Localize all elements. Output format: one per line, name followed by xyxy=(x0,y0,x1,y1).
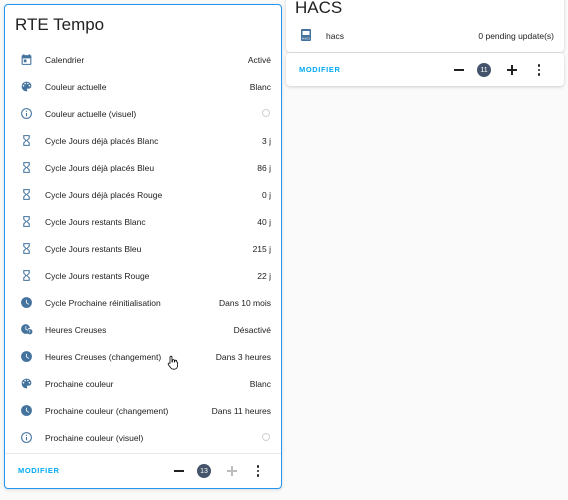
clock-icon xyxy=(20,350,33,363)
hacs-minus-button[interactable] xyxy=(452,61,466,79)
hacs-plus-button[interactable] xyxy=(506,61,518,79)
entity-value: 22 j xyxy=(257,270,271,281)
entity-value: Activé xyxy=(247,54,271,65)
hourglass-icon xyxy=(20,188,33,201)
entity-row[interactable]: Cycle Jours déjà placés Bleu 86 j xyxy=(5,154,281,181)
clock-alert-icon xyxy=(20,323,33,336)
minus-icon xyxy=(174,470,184,472)
entity-label: Heures Creuses (changement) xyxy=(45,351,162,362)
entity-label: Cycle Jours déjà placés Bleu xyxy=(45,162,155,173)
plus-button[interactable] xyxy=(226,462,238,480)
entity-label: Cycle Prochaine réinitialisation xyxy=(45,297,161,308)
entity-label: Prochaine couleur xyxy=(45,378,114,389)
entity-list: Calendrier Activé Couleur actuelle Blanc Cou… xyxy=(5,46,281,451)
entity-row[interactable]: Cycle Jours déjà placés Rouge 0 j xyxy=(5,181,281,208)
hacs-card-footer: MODIFIER 11 xyxy=(286,53,564,86)
minus-button[interactable] xyxy=(172,462,186,480)
entity-value: Dans 3 heures xyxy=(215,351,271,362)
entity-value: Blanc xyxy=(249,378,271,389)
entity-value: 215 j xyxy=(252,243,271,254)
entity-row[interactable]: Cycle Jours restants Rouge 22 j xyxy=(5,262,281,289)
color-visual-indicator xyxy=(262,109,270,117)
entity-row[interactable]: Cycle Jours restants Bleu 215 j xyxy=(5,235,281,262)
entity-value: 86 j xyxy=(257,162,271,173)
entity-value: Blanc xyxy=(249,81,271,92)
entity-row[interactable]: Cycle Jours déjà placés Blanc 3 j xyxy=(5,127,281,154)
entity-row[interactable]: Heures Creuses (changement) Dans 3 heures xyxy=(5,343,281,370)
plus-icon xyxy=(227,466,237,476)
entity-value: Désactivé xyxy=(233,324,271,335)
kebab-icon xyxy=(256,465,260,477)
entity-row[interactable]: Prochaine couleur (changement) Dans 11 he… xyxy=(5,397,281,424)
modifier-button[interactable]: MODIFIER xyxy=(18,466,59,475)
entity-value: Dans 10 mois xyxy=(219,297,271,308)
hourglass-icon xyxy=(20,215,33,228)
plus-icon xyxy=(507,65,517,75)
clock-icon xyxy=(20,296,33,309)
hacs-more-options-button[interactable] xyxy=(534,61,544,79)
entity-label: Heures Creuses xyxy=(45,324,107,335)
hourglass-icon xyxy=(20,242,33,255)
count-badge-value: 13 xyxy=(197,464,211,478)
entity-row[interactable]: Calendrier Activé xyxy=(5,46,281,73)
hacs-card-title: HACS xyxy=(295,0,343,17)
palette-icon xyxy=(20,80,33,93)
count-badge: 13 xyxy=(197,462,211,480)
kebab-icon xyxy=(537,64,541,76)
hand-cursor-icon xyxy=(167,355,178,370)
entity-label: Calendrier xyxy=(45,54,85,65)
hacs-entity-label: hacs xyxy=(326,31,344,41)
entity-row[interactable]: Couleur actuelle Blanc xyxy=(5,73,281,100)
entity-label: Couleur actuelle xyxy=(45,81,107,92)
hacs-card: HACS HACS hacs 0 pending update(s) xyxy=(286,0,564,52)
entity-label: Prochaine couleur (visuel) xyxy=(45,432,144,443)
entity-label: Couleur actuelle (visuel) xyxy=(45,108,137,119)
info-icon xyxy=(20,431,33,444)
clock-icon xyxy=(20,404,33,417)
hourglass-icon xyxy=(20,269,33,282)
hacs-count-badge: 11 xyxy=(477,61,491,79)
hourglass-icon xyxy=(20,161,33,174)
entity-row[interactable]: Prochaine couleur (visuel) xyxy=(5,424,281,451)
entity-value: Dans 11 heures xyxy=(211,405,271,416)
hacs-entity-row[interactable]: HACS hacs 0 pending update(s) xyxy=(286,23,564,47)
entity-row[interactable]: Cycle Prochaine réinitialisation Dans 10 … xyxy=(5,289,281,316)
entity-row[interactable]: Heures Creuses Désactivé xyxy=(5,316,281,343)
card-footer: MODIFIER 13 xyxy=(5,453,281,488)
entity-row[interactable]: Prochaine couleur Blanc xyxy=(5,370,281,397)
svg-text:HACS: HACS xyxy=(302,37,310,41)
entity-label: Cycle Jours restants Bleu xyxy=(45,243,142,254)
entity-value: 3 j xyxy=(262,135,271,146)
calendar-icon xyxy=(20,53,33,66)
rte-tempo-card[interactable]: RTE Tempo Calendrier Activé Couleur actuel… xyxy=(4,4,282,489)
entity-value: 0 j xyxy=(262,189,271,200)
more-options-button[interactable] xyxy=(253,462,263,480)
minus-icon xyxy=(454,69,464,71)
card-title: RTE Tempo xyxy=(15,15,105,34)
hacs-modifier-button[interactable]: MODIFIER xyxy=(299,65,340,74)
hourglass-icon xyxy=(20,134,33,147)
info-icon xyxy=(20,107,33,120)
entity-label: Cycle Jours restants Rouge xyxy=(45,270,150,281)
hacs-icon: HACS xyxy=(300,28,312,42)
hacs-entity-value: 0 pending update(s) xyxy=(478,31,554,41)
hacs-count-badge-value: 11 xyxy=(477,63,491,77)
entity-label: Prochaine couleur (changement) xyxy=(45,405,169,416)
entity-label: Cycle Jours restants Blanc xyxy=(45,216,146,227)
entity-row[interactable]: Cycle Jours restants Blanc 40 j xyxy=(5,208,281,235)
palette-icon xyxy=(20,377,33,390)
entity-value: 40 j xyxy=(257,216,271,227)
entity-label: Cycle Jours déjà placés Blanc xyxy=(45,135,159,146)
color-visual-indicator xyxy=(262,433,270,441)
entity-row[interactable]: Couleur actuelle (visuel) xyxy=(5,100,281,127)
entity-label: Cycle Jours déjà placés Rouge xyxy=(45,189,163,200)
